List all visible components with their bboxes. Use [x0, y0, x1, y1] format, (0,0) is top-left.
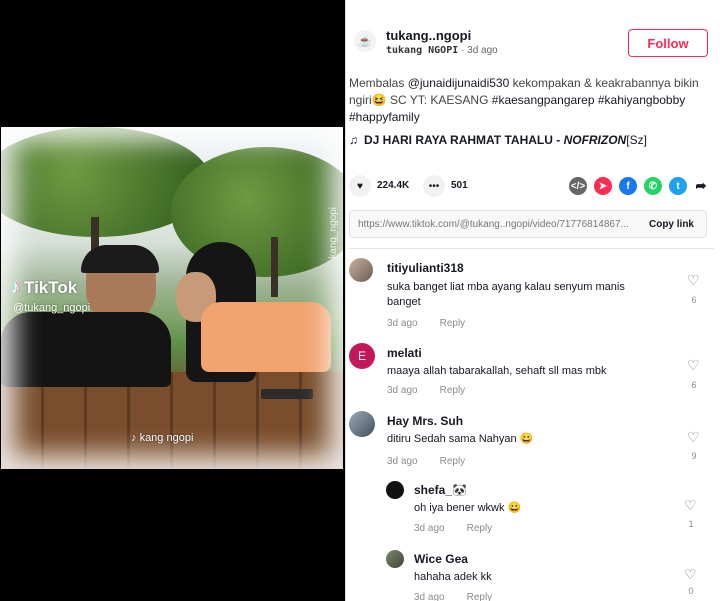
heart-outline-icon[interactable]: ♡ — [684, 566, 697, 583]
share-arrow-icon[interactable]: ➦ — [692, 177, 710, 195]
comment-time: 3d ago — [414, 592, 445, 601]
music-title: DJ HARI RAYA RAHMAT TAHALU - — [364, 133, 564, 147]
commenter-avatar[interactable] — [349, 258, 373, 282]
comment-time: 3d ago — [414, 523, 445, 534]
reply-button[interactable]: Reply — [440, 318, 466, 329]
comment-item: Hay Mrs. Suh ditiru Sedah sama Nahyan 😀 … — [349, 411, 714, 467]
comment-time: 3d ago — [387, 456, 418, 467]
reply-button[interactable]: Reply — [467, 592, 493, 601]
tiktok-logo-text: TikTok — [24, 277, 78, 297]
video-side-watermark: kang_ngopi — [328, 207, 339, 259]
music-note-icon: ♫ — [349, 133, 358, 147]
comment-count: 501 — [451, 180, 468, 191]
comment-like-count: 1 — [688, 519, 694, 529]
comment-text: maaya allah tabarakallah, sehaft sll mas… — [387, 365, 607, 377]
commenter-avatar[interactable]: E — [349, 343, 375, 369]
comment-meta: 3d ago Reply — [387, 456, 465, 467]
comment-like-count: 6 — [691, 380, 697, 390]
author-username[interactable]: tukang..ngopi — [386, 28, 471, 43]
reply-item: shefa_🐼 oh iya bener wkwk 😀 3d ago Reply … — [386, 481, 714, 536]
comment-meta: 3d ago Reply — [414, 592, 492, 601]
share-link-url[interactable]: https://www.tiktok.com/@tukang..ngopi/vi… — [358, 219, 643, 230]
author-nickname: tukang NGOPI — [386, 45, 459, 56]
comment-time: 3d ago — [387, 385, 418, 396]
commenter-name[interactable]: titiyulianti318 — [387, 261, 464, 275]
tree-trunk — [271, 237, 278, 297]
like-count: 224.4K — [377, 180, 410, 191]
video-watermark-text: kang ngopi — [139, 432, 194, 444]
comment-icon[interactable]: ••• — [423, 175, 445, 197]
commenter-name[interactable]: Wice Gea — [414, 552, 468, 566]
comment-meta: 3d ago Reply — [414, 523, 492, 534]
post-caption: Membalas @junaidijunaidi530 kekompakan &… — [349, 75, 714, 126]
comment-text: suka banget liat mba ayang kalau senyum … — [387, 281, 625, 308]
orange-shirt — [201, 302, 331, 372]
video-player[interactable]: ♪ TikTok @tukang_ngopi ♪ kang ngopi kang… — [1, 127, 343, 469]
action-bar: ♥ 224.4K ••• 501 </> ➤ f ✆ t ➦ — [349, 175, 714, 197]
comment-like-count: 0 — [688, 586, 694, 596]
comment-text: hahaha adek kk — [414, 571, 492, 583]
tiktok-note-icon: ♪ — [11, 277, 20, 297]
share-link-box: https://www.tiktok.com/@tukang..ngopi/vi… — [349, 210, 707, 238]
tiktok-logo: ♪ TikTok — [11, 277, 77, 298]
divider — [349, 248, 714, 249]
caption-prefix: Membalas — [349, 76, 408, 90]
reply-item: Wice Gea hahaha adek kk 3d ago Reply ♡ 0 — [386, 550, 714, 601]
reply-button[interactable]: Reply — [440, 385, 466, 396]
comment-like-count: 9 — [691, 451, 697, 461]
send-icon[interactable]: ➤ — [594, 177, 612, 195]
commenter-avatar[interactable] — [386, 481, 404, 499]
video-pane: ♪ TikTok @tukang_ngopi ♪ kang ngopi kang… — [0, 0, 345, 601]
code-icon[interactable]: </> — [569, 177, 587, 195]
whatsapp-icon[interactable]: ✆ — [644, 177, 662, 195]
video-username-overlay: @tukang_ngopi — [13, 302, 91, 314]
music-artist: NOFRIZON — [563, 133, 627, 147]
comment-like-count: 6 — [691, 295, 697, 305]
black-shirt — [1, 312, 171, 387]
reply-button[interactable]: Reply — [440, 456, 466, 467]
phone-on-table — [261, 389, 313, 399]
commenter-avatar[interactable] — [386, 550, 404, 568]
comment-item: E melati maaya allah tabarakallah, sehaf… — [349, 343, 714, 398]
copy-link-button[interactable]: Copy link — [649, 219, 694, 230]
commenter-name[interactable]: Hay Mrs. Suh — [387, 414, 463, 428]
heart-outline-icon[interactable]: ♡ — [687, 272, 700, 289]
post-header: ☕ tukang..ngopi tukang NGOPI · 3d ago Fo… — [346, 0, 720, 70]
comment-meta: 3d ago Reply — [387, 385, 465, 396]
commenter-name[interactable]: shefa_🐼 — [414, 483, 467, 497]
reply-button[interactable]: Reply — [467, 523, 493, 534]
comment-text: oh iya bener wkwk 😀 — [414, 502, 522, 514]
heart-icon[interactable]: ♥ — [349, 175, 371, 197]
post-panel: ☕ tukang..ngopi tukang NGOPI · 3d ago Fo… — [345, 0, 720, 601]
author-avatar[interactable]: ☕ — [354, 30, 376, 52]
author-subline: tukang NGOPI · 3d ago — [386, 45, 498, 56]
music-line[interactable]: ♫ DJ HARI RAYA RAHMAT TAHALU - NOFRIZON[… — [349, 133, 647, 147]
heart-outline-icon[interactable]: ♡ — [687, 429, 700, 446]
commenter-name[interactable]: melati — [387, 346, 422, 360]
avatar-initial: E — [357, 349, 366, 363]
commenter-avatar[interactable] — [349, 411, 375, 437]
comment-item: titiyulianti318 suka banget liat mba aya… — [349, 258, 714, 329]
comment-time: 3d ago — [387, 318, 418, 329]
caption-mention[interactable]: @junaidijunaidi530 — [408, 76, 510, 90]
video-watermark: ♪ kang ngopi — [131, 432, 194, 444]
comment-text: ditiru Sedah sama Nahyan 😀 — [387, 433, 534, 445]
heart-outline-icon[interactable]: ♡ — [687, 357, 700, 374]
facebook-icon[interactable]: f — [619, 177, 637, 195]
heart-outline-icon[interactable]: ♡ — [684, 497, 697, 514]
post-time: 3d ago — [467, 45, 498, 56]
music-suffix: [Sz] — [626, 133, 647, 147]
follow-button[interactable]: Follow — [628, 29, 708, 57]
twitter-icon[interactable]: t — [669, 177, 687, 195]
black-cap — [81, 245, 159, 273]
comment-meta: 3d ago Reply — [387, 318, 465, 329]
